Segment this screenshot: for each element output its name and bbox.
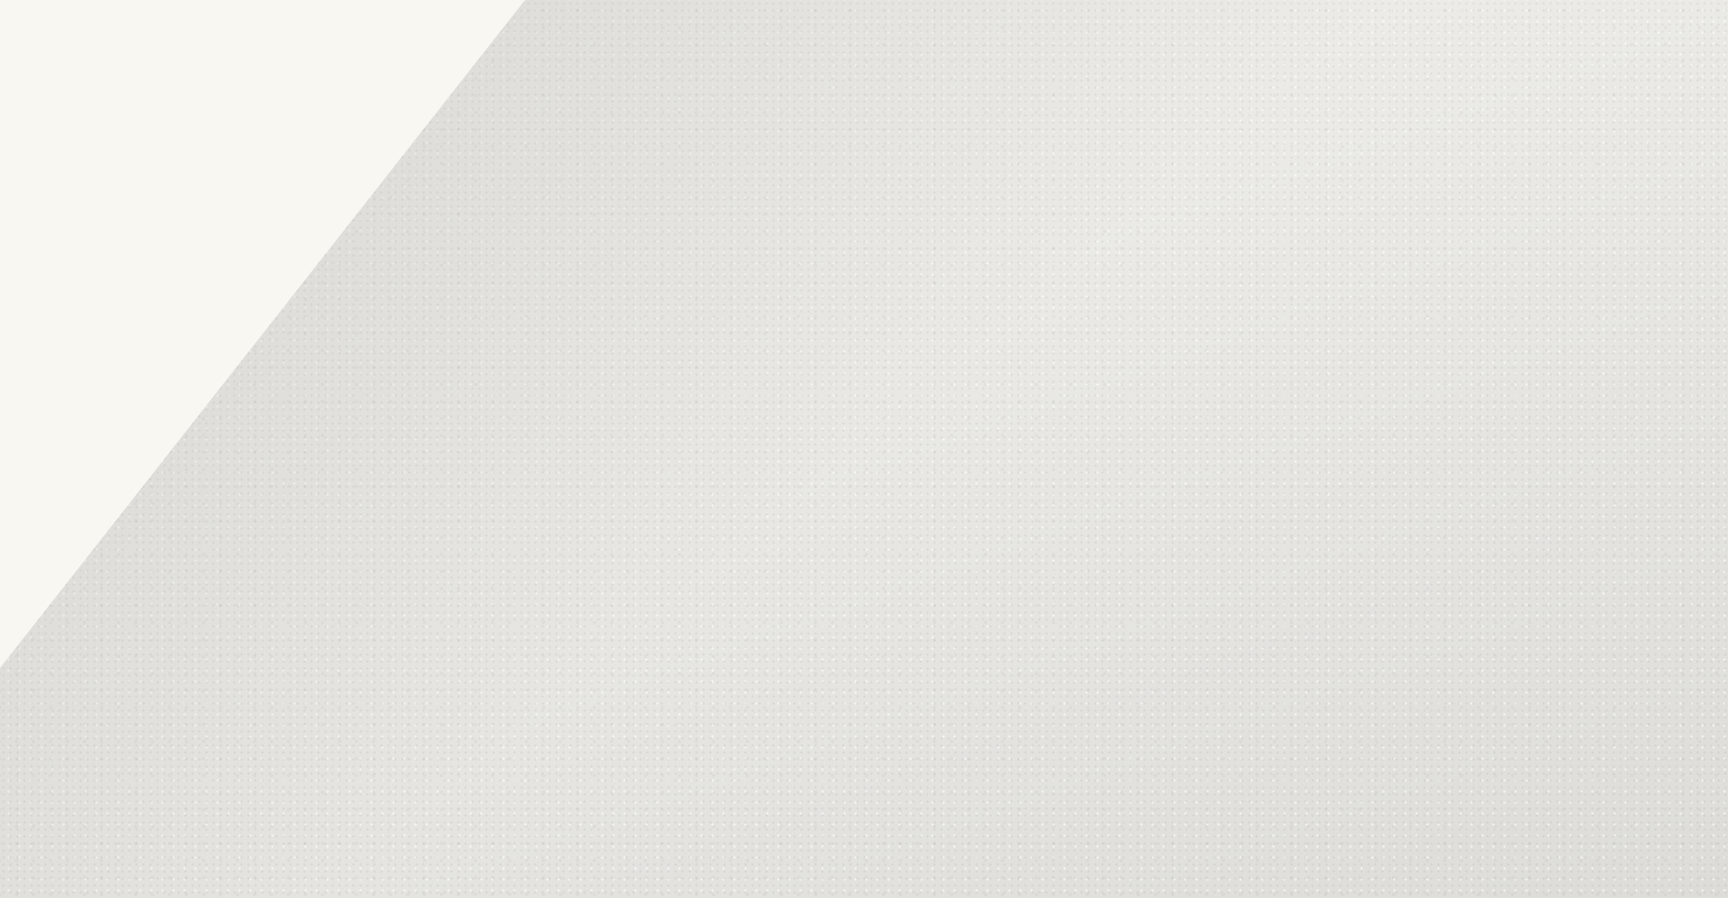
wallpaper-sky [0, 0, 560, 700]
